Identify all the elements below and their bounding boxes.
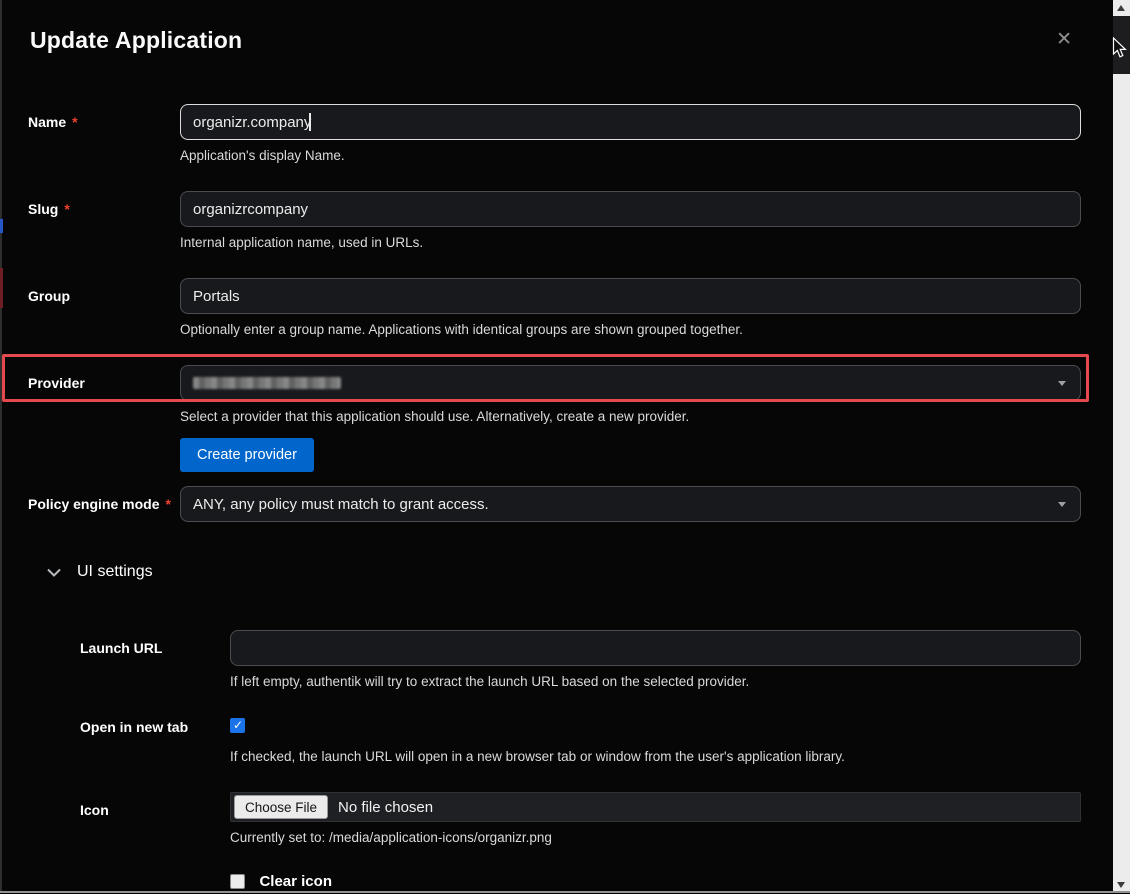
icon-file-input[interactable]: Choose File No file chosen [230, 792, 1081, 822]
launch-url-input[interactable] [230, 630, 1081, 666]
page-edge-artifact-red [0, 268, 3, 308]
provider-select[interactable] [180, 365, 1081, 401]
policy-required-asterisk: * [165, 496, 170, 512]
slug-help-text: Internal application name, used in URLs. [180, 234, 1081, 252]
page-edge-artifact-blue [0, 219, 3, 233]
group-field-row: Group Optionally enter a group name. App… [2, 278, 1113, 339]
launch-url-help-text: If left empty, authentik will try to ext… [230, 673, 1081, 691]
name-input[interactable] [180, 104, 1081, 140]
icon-field-row: Icon Choose File No file chosen Currentl… [2, 792, 1113, 847]
policy-engine-mode-selected-value: ANY, any policy must match to grant acce… [193, 496, 489, 513]
scrollbar-up-arrow-icon[interactable] [1117, 5, 1125, 11]
provider-selected-value-redacted [193, 377, 341, 389]
chevron-down-icon [47, 568, 61, 577]
scrollbar-down-arrow-icon[interactable] [1117, 882, 1125, 888]
open-in-new-tab-label: Open in new tab [80, 719, 188, 735]
open-in-new-tab-row: Open in new tab If checked, the launch U… [2, 717, 1113, 766]
provider-help-text: Select a provider that this application … [180, 408, 1081, 426]
name-required-asterisk: * [72, 114, 77, 130]
name-help-text: Application's display Name. [180, 147, 1081, 165]
modal-header: Update Application ✕ [2, 0, 1113, 56]
name-label: Name [28, 114, 66, 130]
slug-required-asterisk: * [64, 201, 69, 217]
group-label: Group [28, 288, 70, 304]
policy-engine-mode-label: Policy engine mode [28, 496, 159, 512]
ui-settings-toggle[interactable]: UI settings [2, 562, 1113, 582]
launch-url-label: Launch URL [80, 640, 162, 656]
mouse-cursor-icon [1112, 37, 1127, 59]
open-in-new-tab-help-text: If checked, the launch URL will open in … [230, 748, 1081, 766]
choose-file-button[interactable]: Choose File [234, 795, 328, 819]
group-help-text: Optionally enter a group name. Applicati… [180, 321, 1081, 339]
modal-title: Update Application [30, 24, 1113, 56]
update-application-modal: Update Application ✕ Name * Application's… [0, 0, 1113, 893]
close-icon: ✕ [1056, 29, 1072, 50]
file-status-text: No file chosen [338, 799, 433, 816]
clear-icon-label: Clear icon [259, 873, 332, 890]
slug-label: Slug [28, 201, 58, 217]
open-in-new-tab-checkbox[interactable] [230, 718, 245, 733]
vertical-scrollbar[interactable] [1113, 0, 1130, 893]
icon-help-text: Currently set to: /media/application-ico… [230, 829, 1081, 847]
group-input[interactable] [180, 278, 1081, 314]
name-field-row: Name * Application's display Name. [2, 104, 1113, 165]
ui-settings-label: UI settings [77, 563, 153, 581]
slug-field-row: Slug * Internal application name, used in… [2, 191, 1113, 252]
clear-icon-checkbox[interactable] [230, 874, 245, 889]
chevron-down-icon [1058, 502, 1066, 507]
slug-input[interactable] [180, 191, 1081, 227]
icon-label: Icon [80, 802, 109, 818]
policy-engine-mode-row: Policy engine mode * ANY, any policy must… [2, 486, 1113, 522]
close-button[interactable]: ✕ [1056, 30, 1072, 49]
provider-label: Provider [28, 375, 85, 391]
create-provider-button[interactable]: Create provider [180, 438, 314, 472]
chevron-down-icon [1058, 381, 1066, 386]
policy-engine-mode-select[interactable]: ANY, any policy must match to grant acce… [180, 486, 1081, 522]
text-cursor [309, 113, 311, 131]
provider-field-row: Provider Select a provider that this app… [2, 365, 1113, 472]
launch-url-field-row: Launch URL If left empty, authentik will… [2, 630, 1113, 691]
